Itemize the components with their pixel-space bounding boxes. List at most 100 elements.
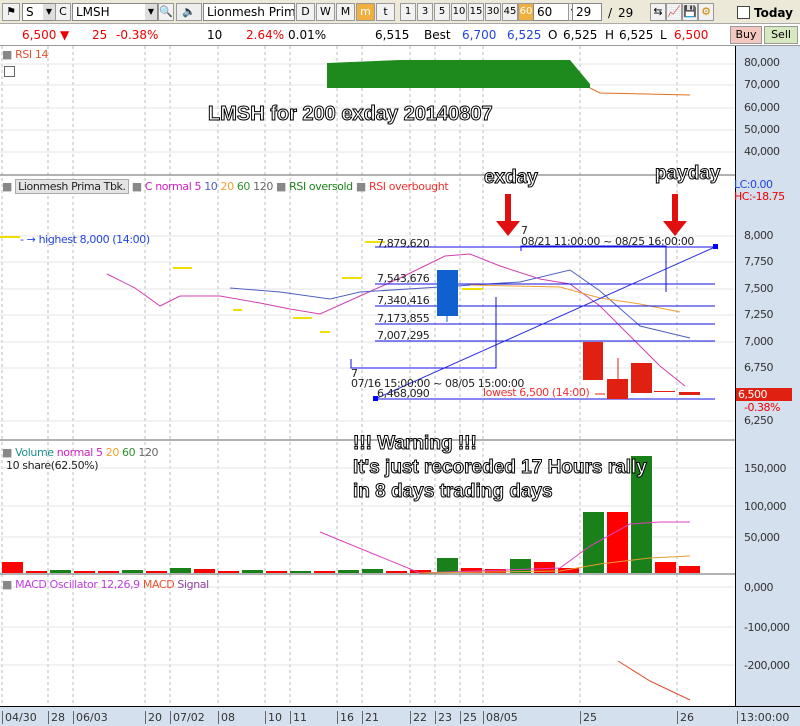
grid-icon[interactable] <box>4 66 15 77</box>
best-label: Best <box>424 28 451 42</box>
period-button-W[interactable]: W <box>316 3 335 21</box>
today-label: Today <box>754 6 793 20</box>
x-axis-label: 08/05 <box>483 711 518 724</box>
period-button-M[interactable]: M <box>336 3 355 21</box>
macd-title: MACD Oscillator 12,26,9 <box>15 578 140 591</box>
change-pct: -0.38% <box>116 28 159 42</box>
market-select[interactable]: S ▼ <box>22 3 56 21</box>
rsi-oversold-label: RSI oversold <box>289 180 353 193</box>
chart-canvas[interactable] <box>0 46 735 706</box>
macd-tick: -100,000 <box>744 621 790 634</box>
chart-icon[interactable]: 📈 <box>666 3 682 21</box>
volume-bar <box>290 571 311 573</box>
buy-button[interactable]: Buy <box>730 26 762 44</box>
hc-label: HC:-18.75 <box>734 190 785 203</box>
x-axis-label: 10 <box>265 711 282 724</box>
count-separator: / <box>608 6 613 20</box>
ma10-label: 10 <box>204 180 218 193</box>
x-axis-label: 25 <box>580 711 597 724</box>
type-button[interactable]: C <box>55 3 71 21</box>
x-axis-label: 08 <box>218 711 235 724</box>
save-icon[interactable]: 💾 <box>682 3 698 21</box>
high: 6,525 <box>619 28 654 42</box>
fib-level: 7,173,855 <box>377 312 430 325</box>
rsi-area <box>327 60 590 88</box>
interval-select[interactable]: 60 <box>533 3 569 21</box>
open: 6,525 <box>563 28 598 42</box>
minute-button-15[interactable]: 15 <box>468 3 484 21</box>
warning-line: It's just recoreded 17 Hours rally <box>353 457 648 479</box>
price-tick: 6,250 <box>744 414 774 427</box>
x-axis-label: 16 <box>337 711 354 724</box>
volume-bar <box>314 571 335 573</box>
volume-ma-label: normal <box>56 446 94 459</box>
x-axis-label: 20 <box>145 711 162 724</box>
symbol-value: LMSH <box>76 5 110 19</box>
high-label: H <box>605 28 615 42</box>
ma20-label: 20 <box>220 180 235 193</box>
arrows-icon[interactable]: ⇆ <box>650 3 666 21</box>
stock-name-field[interactable]: Lionmesh Prima <box>203 3 295 21</box>
x-axis-label: 25 <box>460 711 477 724</box>
volume-bar <box>679 566 700 573</box>
volume-bar <box>122 570 143 573</box>
ma5-label: 5 <box>194 180 202 193</box>
layout-icon[interactable]: ⚑ <box>2 3 20 21</box>
count-total: 29 <box>618 6 634 20</box>
volume-bar <box>26 571 47 573</box>
exday-annotation: exday <box>484 167 539 189</box>
rsi-overbought-label: RSI overbought <box>368 180 449 193</box>
volume-bar <box>2 562 23 573</box>
volume-bar <box>146 571 167 573</box>
candle <box>437 270 458 316</box>
volume-bar <box>50 570 71 573</box>
minute-button-45[interactable]: 45 <box>502 3 518 21</box>
rsi-tick: 40,000 <box>744 145 780 158</box>
today-checkbox[interactable] <box>737 6 750 19</box>
minute-button-5[interactable]: 5 <box>434 3 450 21</box>
ma-label: C normal <box>144 180 192 193</box>
minute-button-30[interactable]: 30 <box>485 3 501 21</box>
speaker-icon[interactable]: 🔈 <box>176 3 202 21</box>
current-price-tag: 6,500 <box>736 388 792 401</box>
stock-name-tag[interactable]: Lionmesh Prima Tbk. <box>15 179 129 194</box>
minute-button-10[interactable]: 10 <box>451 3 467 21</box>
period-button-m[interactable]: m <box>356 3 375 21</box>
down-triangle-icon: ▼ <box>60 28 70 42</box>
volume-ma120-label: 120 <box>138 446 159 459</box>
x-axis-time: 13:00:00 <box>737 711 789 724</box>
x-axis-label: 04/30 <box>2 711 37 724</box>
chevron-down-icon[interactable]: ▼ <box>145 4 157 20</box>
volume-bar <box>338 570 359 573</box>
ma120-label: 120 <box>253 180 273 193</box>
warning-line: in 8 days trading days <box>353 481 554 503</box>
price-tick: 6,750 <box>744 361 774 374</box>
volume-bar <box>218 571 239 573</box>
headline-annotation: LMSH for 200 exday 20140807 <box>208 103 494 126</box>
volume-bar <box>242 570 263 573</box>
signal-label: Signal <box>177 578 209 591</box>
gear-icon[interactable]: ⚙ <box>698 3 714 21</box>
count-input[interactable]: 29 <box>572 3 602 21</box>
minute-button-1[interactable]: 1 <box>400 3 416 21</box>
x-axis-label: 23 <box>435 711 452 724</box>
minute-button-60[interactable]: 60 <box>518 3 534 21</box>
minute-button-3[interactable]: 3 <box>417 3 433 21</box>
rsi-tick: 70,000 <box>744 78 780 91</box>
volume-pct: 2.64% <box>246 28 285 42</box>
price: 6,500 <box>22 28 57 42</box>
current-pct: -0.38% <box>744 401 780 414</box>
volume-bar <box>655 562 676 573</box>
sell-button[interactable]: Sell <box>764 26 798 44</box>
volume-tick: 100,000 <box>744 500 787 513</box>
exday-arrow-icon <box>496 194 520 236</box>
chevron-down-icon[interactable]: ▼ <box>43 4 55 20</box>
symbol-input[interactable]: LMSH ▼ <box>72 3 158 21</box>
period-button-D[interactable]: D <box>296 3 315 21</box>
x-axis-label: 11 <box>290 711 307 724</box>
search-icon[interactable]: 🔍 <box>158 3 174 21</box>
x-axis-label: 21 <box>362 711 379 724</box>
quote-bar: 6,500 ▼ 25 -0.38% 10 2.64% 0.01% 6,515 B… <box>0 24 800 46</box>
fib-level: 7,007,295 <box>377 329 430 342</box>
period-button-t[interactable]: t <box>376 3 395 21</box>
